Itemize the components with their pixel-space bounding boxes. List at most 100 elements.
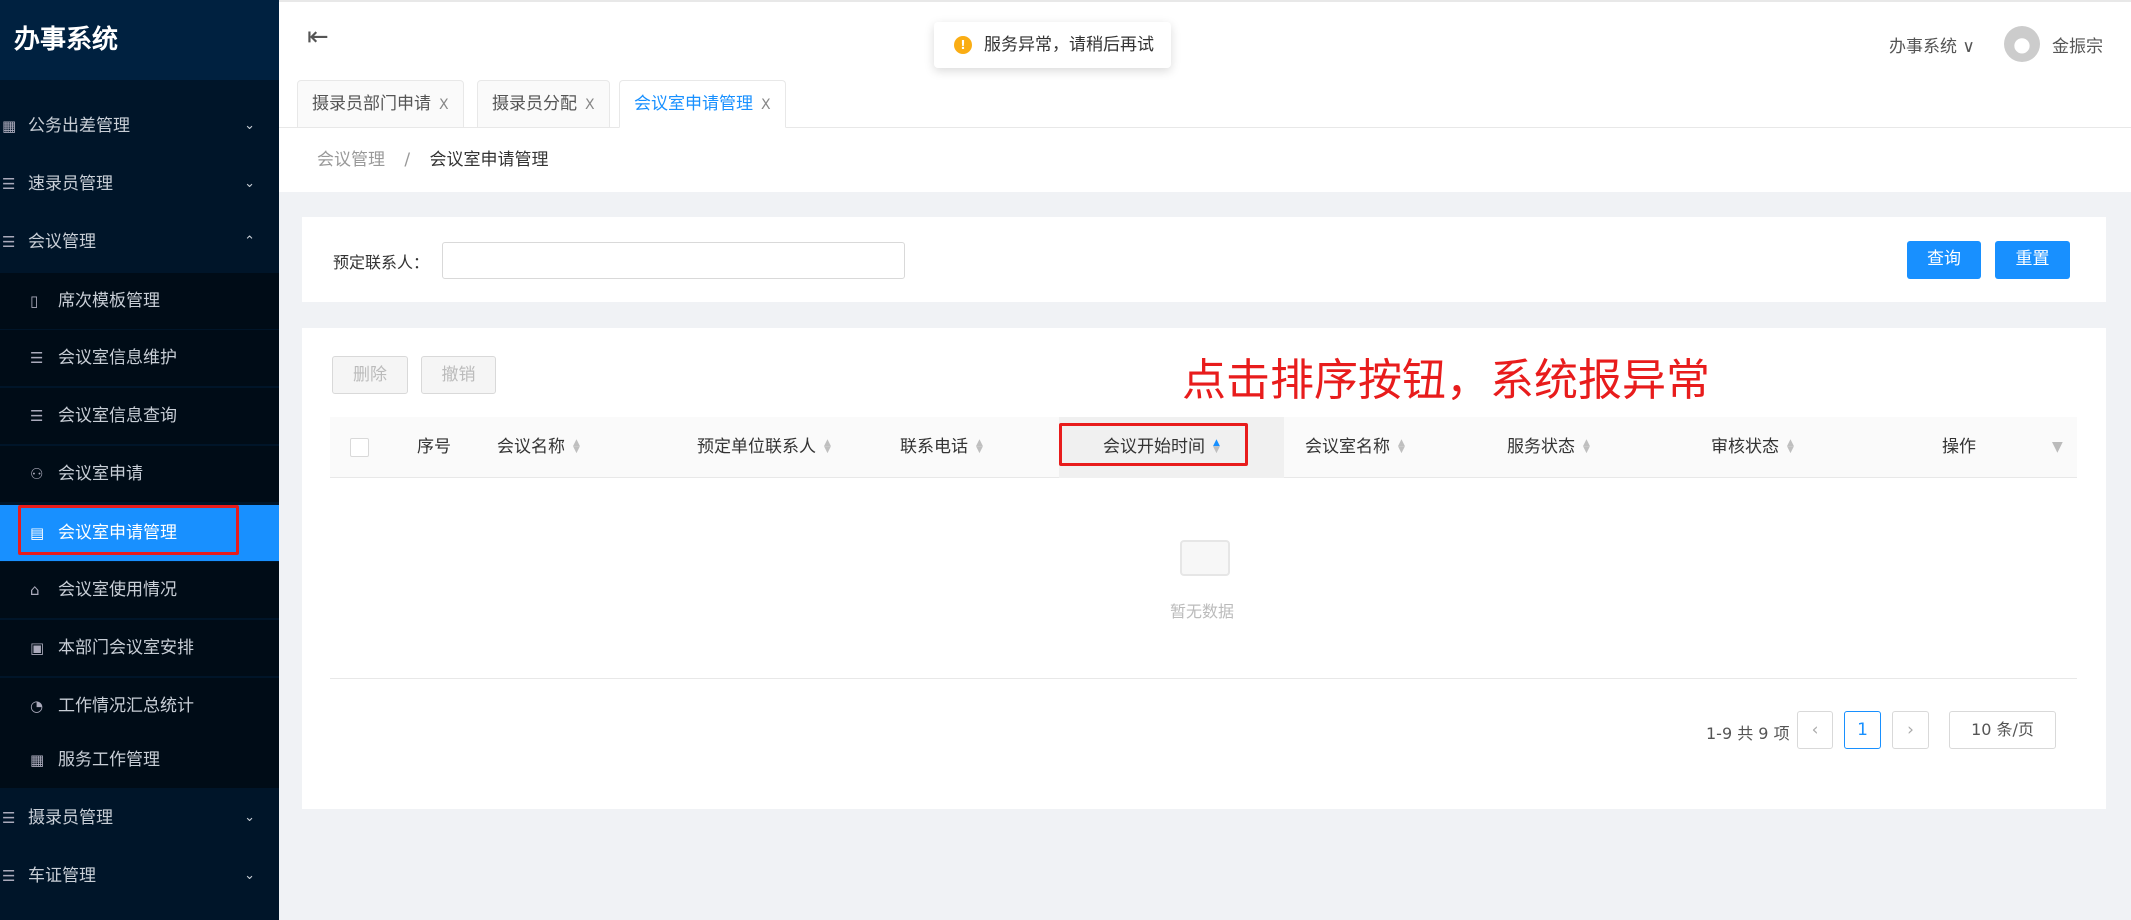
col-phone[interactable]: 联系电话 ▲ ▼	[900, 417, 983, 478]
sidebar-item[interactable]: ⌂ 会议室使用情况	[0, 562, 279, 618]
sidebar-item[interactable]: ⚇ 会议室申请	[0, 446, 279, 502]
pagination-total: 1-9 共 9 项	[1706, 724, 1790, 743]
breadcrumb-separator: /	[404, 150, 411, 170]
app-logo-title: 办事系统	[0, 0, 279, 80]
tab-camera-dept-apply[interactable]: 摄录员部门申请 X	[297, 80, 464, 128]
sidebar-item[interactable]: ☰ 车证管理 ⌄	[0, 848, 279, 904]
sort-icon[interactable]: ▲ ▼	[1398, 439, 1405, 455]
sidebar-item-label: 速录员管理	[28, 174, 113, 194]
user-icon: ⚇	[30, 465, 44, 483]
next-page-button[interactable]: ›	[1892, 711, 1929, 749]
sidebar-item[interactable]: ☰ 会议室信息查询	[0, 388, 279, 444]
sidebar-item-label: 席次模板管理	[58, 291, 160, 311]
sidebar-item[interactable]: ☰ 速录员管理 ⌄	[0, 156, 279, 212]
sidebar-item[interactable]: ☰ 会议管理 ⌃	[0, 214, 279, 270]
select-all-checkbox[interactable]	[350, 438, 369, 457]
reset-button[interactable]: 重置	[1995, 241, 2070, 279]
contact-input[interactable]	[442, 242, 905, 279]
revoke-button[interactable]: 撤销	[421, 356, 496, 394]
divider	[330, 678, 2077, 679]
col-contact[interactable]: 预定单位联系人 ▲ ▼	[697, 417, 831, 478]
sidebar-item[interactable]: ▣ 本部门会议室安排	[0, 620, 279, 676]
sidebar-item-label: 公务出差管理	[28, 116, 130, 136]
chevron-icon: ⌄	[244, 868, 255, 883]
tab-label: 会议室申请管理	[634, 94, 753, 114]
delete-button[interactable]: 删除	[332, 356, 408, 394]
sidebar: 办事系统 ▦ 公务出差管理 ⌄ ☰ 速录员管理 ⌄ ☰ 会议管理 ⌃ ▯ 席次模板管理 ☰ 会议室信息维…	[0, 0, 279, 920]
doc-icon: ▣	[30, 639, 45, 657]
chevron-icon: ⌃	[244, 234, 255, 249]
warning-icon: !	[954, 36, 972, 54]
list-icon: ☰	[30, 349, 44, 367]
query-button[interactable]: 查询	[1907, 241, 1981, 279]
tab-label: 摄录员分配	[492, 94, 577, 114]
sidebar-item-label: 本部门会议室安排	[58, 638, 194, 658]
sidebar-item[interactable]: ▯ 席次模板管理	[0, 273, 279, 329]
top-header: ⇤ ! 服务异常，请稍后再试 办事系统 ∨ ● 金振宗	[279, 0, 2131, 80]
sidebar-item-label: 会议室信息查询	[58, 406, 177, 426]
empty-text: 暂无数据	[1170, 602, 1235, 621]
col-room-name[interactable]: 会议室名称 ▲ ▼	[1305, 417, 1405, 478]
close-icon[interactable]: X	[585, 97, 595, 113]
sidebar-item[interactable]: ☰ 摄录员管理 ⌄	[0, 790, 279, 846]
close-icon[interactable]: X	[439, 97, 449, 113]
filter-icon[interactable]: ▼	[2052, 417, 2063, 478]
avatar[interactable]: ●	[2004, 26, 2040, 62]
chevron-icon: ⌄	[244, 118, 255, 133]
breadcrumb-current: 会议室申请管理	[429, 150, 549, 170]
list-icon: ☰	[2, 867, 16, 885]
sidebar-item-label: 会议管理	[28, 232, 96, 252]
tab-room-apply-manage[interactable]: 会议室申请管理 X	[619, 80, 786, 128]
sidebar-item-label: 会议室使用情况	[58, 580, 177, 600]
list-icon: ☰	[30, 407, 44, 425]
sidebar-item[interactable]: ◔ 工作情况汇总统计	[0, 678, 279, 734]
sort-icon[interactable]: ▲ ▼	[1583, 439, 1590, 455]
menu-fold-icon[interactable]: ⇤	[307, 22, 329, 52]
breadcrumb-parent[interactable]: 会议管理	[317, 150, 385, 170]
annotation-highlight-box	[1059, 423, 1248, 466]
system-switcher[interactable]: 办事系统 ∨	[1889, 32, 1975, 57]
home-icon: ⌂	[30, 581, 40, 599]
annotation-highlight-box	[18, 505, 239, 555]
col-index: 序号	[417, 437, 451, 457]
sidebar-item[interactable]: ☰ 会议室信息维护	[0, 330, 279, 386]
sort-icon[interactable]: ▲ ▼	[824, 439, 831, 455]
prev-page-button[interactable]: ‹	[1797, 711, 1833, 749]
dashboard-icon: ◔	[30, 697, 44, 715]
sort-icon[interactable]: ▲ ▼	[976, 439, 983, 455]
sidebar-item-label: 车证管理	[28, 866, 96, 886]
list-icon: ☰	[2, 809, 16, 827]
contact-label: 预定联系人：	[333, 253, 430, 272]
file-icon: ▯	[30, 292, 39, 310]
table-card: 删除 撤销 点击排序按钮，系统报异常 序号 会议名称 ▲ ▼ 预定单位联系人 ▲ ▼ 联…	[302, 328, 2106, 809]
sidebar-item-label: 服务工作管理	[58, 750, 160, 770]
chevron-icon: ⌄	[244, 176, 255, 191]
list-icon: ☰	[2, 233, 16, 251]
sidebar-item[interactable]: ▦ 服务工作管理	[0, 732, 279, 788]
toast-message: 服务异常，请稍后再试	[984, 35, 1154, 55]
sidebar-item-label: 摄录员管理	[28, 808, 113, 828]
error-toast: ! 服务异常，请稍后再试	[934, 22, 1171, 68]
sort-icon[interactable]: ▲ ▼	[1787, 439, 1794, 455]
sidebar-item-label: 会议室信息维护	[58, 348, 177, 368]
page-1-button[interactable]: 1	[1844, 711, 1881, 749]
table-icon: ▦	[30, 751, 45, 769]
tab-bar: 摄录员部门申请 X 摄录员分配 X 会议室申请管理 X	[279, 80, 2131, 128]
empty-inbox-icon	[1180, 540, 1230, 576]
user-name[interactable]: 金振宗	[2052, 32, 2103, 57]
sidebar-item[interactable]: ▦ 公务出差管理 ⌄	[0, 98, 279, 154]
page-size-select[interactable]: 10 条/页	[1949, 711, 2056, 749]
sidebar-item-label: 会议室申请	[58, 464, 143, 484]
col-service-status[interactable]: 服务状态 ▲ ▼	[1507, 417, 1590, 478]
filter-card: 预定联系人： 查询 重置	[302, 217, 2106, 302]
annotation-text: 点击排序按钮，系统报异常	[1182, 355, 1710, 406]
sort-icon[interactable]: ▲ ▼	[573, 439, 580, 455]
chevron-icon: ⌄	[244, 810, 255, 825]
col-audit-status[interactable]: 审核状态 ▲ ▼	[1711, 417, 1794, 478]
col-actions: 操作	[1942, 437, 1976, 457]
tab-camera-assign[interactable]: 摄录员分配 X	[477, 80, 610, 128]
sidebar-item-label: 工作情况汇总统计	[58, 696, 194, 716]
close-icon[interactable]: X	[761, 97, 771, 113]
tab-label: 摄录员部门申请	[312, 94, 431, 114]
col-meeting-name[interactable]: 会议名称 ▲ ▼	[497, 417, 580, 478]
